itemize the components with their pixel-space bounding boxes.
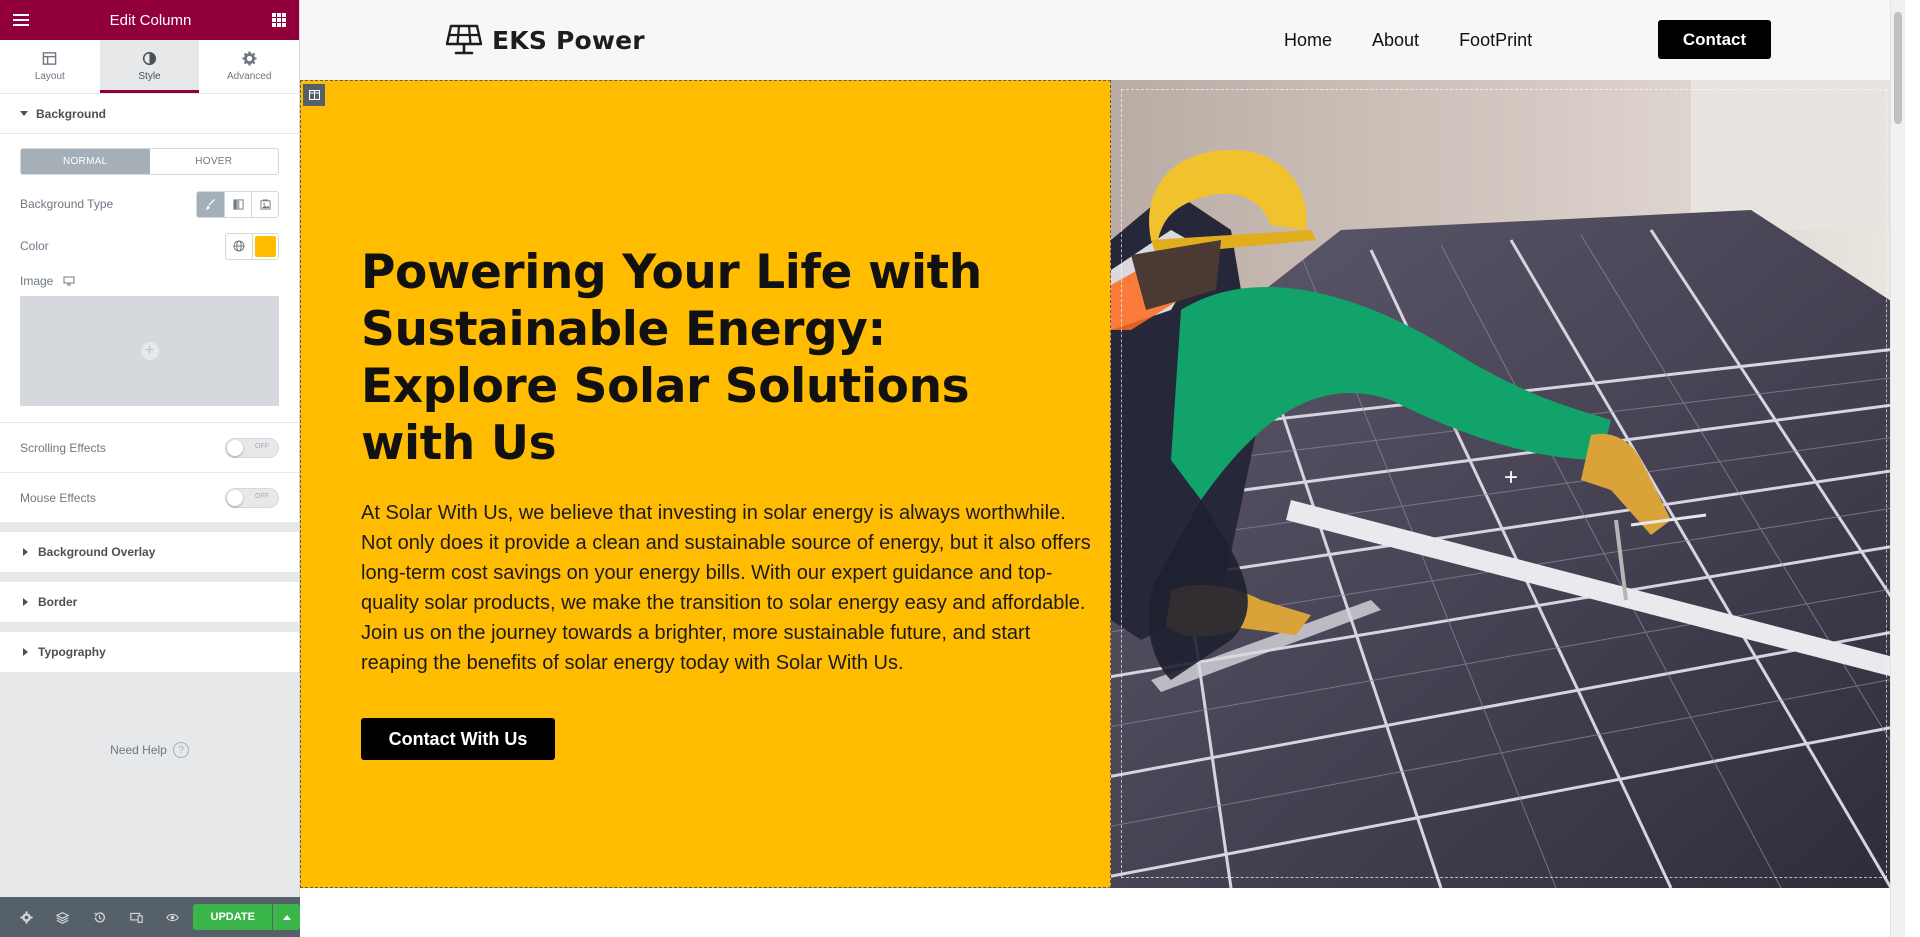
site-logo[interactable]: EKS Power: [445, 24, 645, 56]
classic-brush-icon[interactable]: [197, 191, 224, 217]
nav-footprint[interactable]: FootPrint: [1459, 30, 1532, 51]
panel-header: Edit Column: [0, 0, 299, 40]
color-label: Color: [20, 239, 49, 253]
solar-panel-icon: [445, 24, 483, 55]
panel-title: Edit Column: [109, 11, 192, 29]
border-section: Border: [0, 582, 299, 622]
background-section: Background NORMAL HOVER Background Type: [0, 94, 299, 522]
background-type-label: Background Type: [20, 197, 114, 211]
update-button[interactable]: UPDATE: [193, 904, 273, 930]
background-overlay-title: Background Overlay: [38, 545, 156, 559]
tab-layout-label: Layout: [34, 71, 65, 82]
question-icon: ?: [172, 742, 189, 758]
logo-text: EKS Power: [492, 25, 645, 55]
site-header: EKS Power Home About FootPrint Contact: [300, 0, 1905, 80]
hero-paragraph: At Solar With Us, we believe that invest…: [361, 502, 1091, 674]
border-title: Border: [38, 595, 78, 609]
layout-icon: [43, 52, 57, 65]
tab-advanced[interactable]: Advanced: [199, 40, 299, 93]
tab-style-label: Style: [138, 71, 161, 82]
settings-icon[interactable]: [8, 897, 45, 937]
background-section-title: Background: [36, 106, 107, 121]
editor-panel: Edit Column Layout Style Advanced Backgr…: [0, 0, 301, 937]
need-help-link[interactable]: Need Help ?: [0, 742, 299, 758]
contact-button[interactable]: Contact: [1658, 20, 1771, 59]
color-control: [225, 232, 279, 260]
responsive-mode-icon[interactable]: [118, 897, 155, 937]
background-section-toggle[interactable]: Background: [0, 94, 299, 134]
hero-text-column[interactable]: Powering Your Life with Sustainable Ener…: [300, 80, 1111, 888]
tab-layout[interactable]: Layout: [0, 40, 100, 93]
nav-home[interactable]: Home: [1284, 30, 1332, 51]
switch-off-label: OFF: [255, 442, 269, 450]
need-help-label: Need Help: [110, 743, 167, 757]
mouse-effects-row: Mouse Effects OFF: [0, 472, 299, 522]
typography-toggle[interactable]: Typography: [0, 632, 299, 672]
scrollbar-thumb[interactable]: [1894, 12, 1902, 124]
image-dropzone[interactable]: +: [20, 296, 279, 406]
scrolling-effects-row: Scrolling Effects OFF: [0, 422, 299, 472]
update-options-button[interactable]: [273, 904, 301, 930]
background-overlay-section: Background Overlay: [0, 532, 299, 572]
background-controls: NORMAL HOVER Background Type Color Image…: [0, 134, 299, 422]
switch-knob: [227, 439, 243, 456]
typography-title: Typography: [38, 645, 106, 659]
mouse-effects-label: Mouse Effects: [20, 490, 96, 505]
background-type-row: Background Type: [20, 190, 279, 218]
style-icon: [142, 51, 157, 66]
hero-title: Powering Your Life with Sustainable Ener…: [361, 245, 982, 471]
panel-footer: UPDATE: [0, 897, 301, 937]
state-toggle: NORMAL HOVER: [20, 148, 279, 175]
state-normal-tab[interactable]: NORMAL: [21, 149, 150, 174]
page-scrollbar[interactable]: [1890, 0, 1905, 937]
hero-image-column[interactable]: +: [1111, 80, 1905, 888]
hero-section: Powering Your Life with Sustainable Ener…: [300, 80, 1905, 888]
border-toggle[interactable]: Border: [0, 582, 299, 622]
slideshow-icon[interactable]: [251, 191, 278, 217]
switch-off-label: OFF: [255, 492, 269, 500]
add-element-icon[interactable]: +: [1504, 466, 1518, 490]
preview-eye-icon[interactable]: [155, 897, 192, 937]
scrolling-effects-label: Scrolling Effects: [20, 440, 106, 455]
navigator-layers-icon[interactable]: [45, 897, 82, 937]
color-swatch[interactable]: [255, 235, 276, 257]
desktop-icon[interactable]: [63, 276, 75, 286]
page-preview: EKS Power Home About FootPrint Contact P…: [300, 0, 1905, 937]
caret-down-icon: [20, 111, 28, 116]
caret-right-icon: [23, 548, 28, 556]
panel-tabs: Layout Style Advanced: [0, 40, 299, 94]
nav-about[interactable]: About: [1372, 30, 1419, 51]
caret-up-icon: [282, 914, 291, 920]
caret-right-icon: [23, 598, 28, 606]
globe-icon[interactable]: [226, 233, 253, 259]
gradient-icon[interactable]: [224, 191, 251, 217]
state-hover-tab[interactable]: HOVER: [150, 149, 279, 174]
switch-knob: [227, 489, 243, 506]
typography-section: Typography: [0, 632, 299, 672]
image-row: Image: [20, 274, 279, 288]
mouse-effects-switch[interactable]: OFF: [225, 487, 279, 508]
add-image-icon: +: [140, 342, 159, 360]
hero-content: Powering Your Life with Sustainable Ener…: [361, 244, 1091, 760]
background-type-choices: [196, 190, 279, 218]
gear-icon: [242, 51, 257, 66]
tab-advanced-label: Advanced: [226, 71, 272, 82]
caret-right-icon: [23, 648, 28, 656]
widgets-grid-icon[interactable]: [271, 13, 286, 27]
color-row: Color: [20, 232, 279, 260]
background-overlay-toggle[interactable]: Background Overlay: [0, 532, 299, 572]
history-icon[interactable]: [81, 897, 118, 937]
menu-icon[interactable]: [13, 14, 29, 26]
tab-style[interactable]: Style: [99, 40, 200, 93]
scrolling-effects-switch[interactable]: OFF: [225, 437, 279, 458]
contact-with-us-button[interactable]: Contact With Us: [361, 718, 555, 760]
column-handle-icon[interactable]: [303, 84, 325, 106]
main-nav: Home About FootPrint: [1284, 0, 1572, 80]
image-label: Image: [20, 274, 54, 288]
